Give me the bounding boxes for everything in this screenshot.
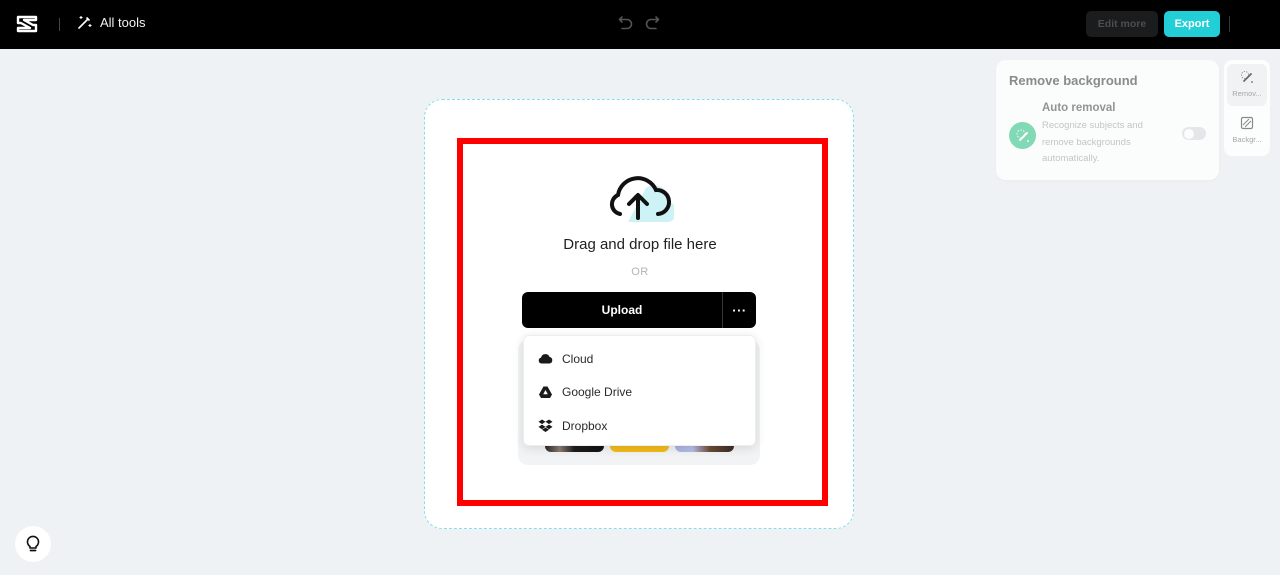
remove-bg-icon [1240, 70, 1253, 83]
divider [59, 18, 60, 31]
background-icon [1240, 116, 1254, 130]
rail-item-remove-background[interactable]: Remov... [1227, 64, 1267, 106]
auto-removal-description: Recognize subjects and remove background… [1042, 120, 1143, 164]
capcut-logo-icon[interactable] [16, 14, 38, 34]
all-tools-button[interactable]: All tools [77, 14, 146, 30]
highlight-annotation [457, 138, 828, 506]
auto-removal-toggle[interactable] [1182, 127, 1206, 140]
toggle-knob [1183, 128, 1194, 139]
lightbulb-icon [26, 535, 40, 552]
redo-icon[interactable] [643, 13, 661, 31]
divider [1229, 16, 1230, 32]
remove-background-panel: Remove background Auto removal Recognize… [996, 60, 1219, 180]
edit-more-button[interactable]: Edit more [1086, 11, 1158, 37]
all-tools-label: All tools [100, 14, 146, 30]
rail-item-label: Remov... [1232, 89, 1262, 98]
export-button[interactable]: Export [1164, 11, 1220, 37]
tips-button[interactable] [15, 526, 51, 562]
magic-wand-icon [78, 16, 92, 29]
rail-item-label: Backgr... [1232, 135, 1262, 144]
auto-removal-title: Auto removal [1042, 102, 1116, 114]
top-bar: All tools Edit more Export [0, 0, 1280, 49]
side-rail: Remov... Backgr... [1224, 60, 1270, 156]
undo-icon[interactable] [617, 13, 635, 31]
panel-title: Remove background [1009, 73, 1138, 88]
rail-item-background[interactable]: Backgr... [1227, 110, 1267, 152]
auto-removal-icon [1009, 122, 1036, 149]
